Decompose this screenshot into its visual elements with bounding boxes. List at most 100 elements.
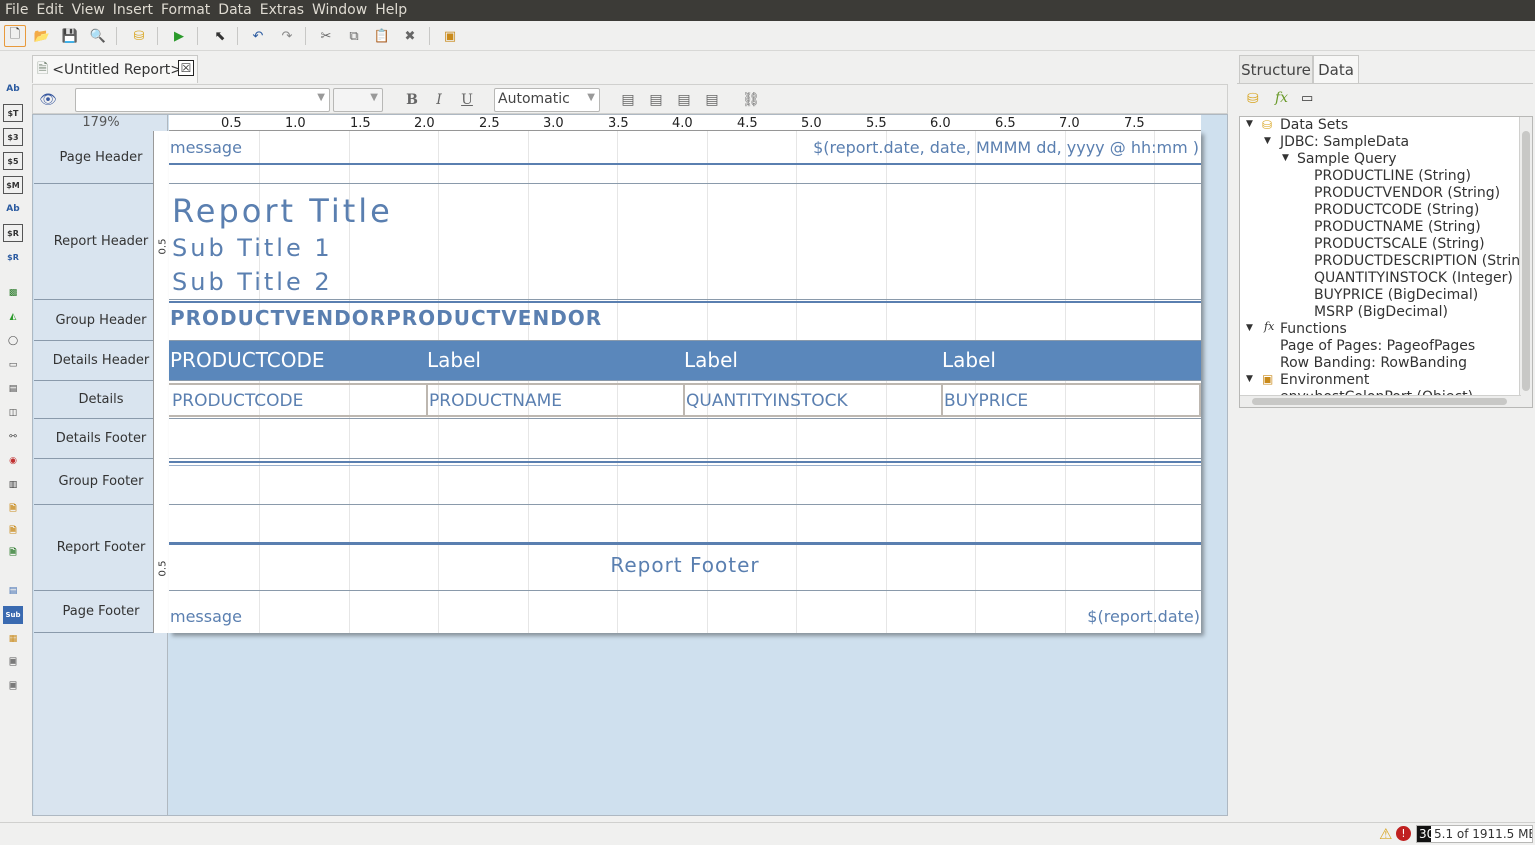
error-icon[interactable]: ! (1396, 826, 1411, 841)
image-field-tool[interactable]: ◭ (3, 308, 23, 326)
paste-button[interactable]: 📋 (371, 25, 393, 47)
simple-barcode-tool[interactable]: 🗎 (3, 522, 23, 540)
menu-edit[interactable]: Edit (32, 0, 67, 21)
band-tool[interactable]: ▤ (3, 582, 23, 600)
expand-icon[interactable]: ▼ (1264, 136, 1271, 146)
new-report-button[interactable]: 🗋 (4, 25, 26, 47)
report-title[interactable]: Report Title (172, 192, 393, 230)
image-tool[interactable]: ▩ (3, 284, 23, 302)
scrollbar-thumb[interactable] (1252, 398, 1507, 405)
close-tab-button[interactable]: ☒ (178, 60, 194, 76)
survey-scale-tool[interactable]: ⚯ (3, 428, 23, 446)
tree-data-sets[interactable]: Data Sets (1280, 117, 1348, 134)
tree-field[interactable]: MSRP (BigDecimal) (1314, 304, 1448, 321)
hyperlink-button[interactable]: ⛓ (742, 91, 760, 109)
delete-button[interactable]: ✖ (399, 25, 421, 47)
text-field-tool[interactable]: $T (3, 104, 23, 122)
menu-extras[interactable]: Extras (256, 0, 308, 21)
color-combo[interactable]: Automatic ▼ (494, 88, 600, 112)
memory-usage[interactable]: 30 5.1 of 1911.5 MB (1416, 825, 1533, 843)
page-footer-date[interactable]: $(report.date) (1087, 607, 1200, 626)
report-footer-label[interactable]: Report Footer (169, 553, 1201, 577)
expand-icon[interactable]: ▼ (1282, 153, 1289, 163)
band-label-details-footer[interactable]: Details Footer (34, 419, 168, 459)
menu-help[interactable]: Help (371, 0, 411, 21)
details-band[interactable]: PRODUCTCODE PRODUCTNAME QUANTITYINSTOCK … (169, 381, 1201, 419)
page-header-message[interactable]: message (170, 138, 242, 157)
page-header-date[interactable]: $(report.date, date, MMMM dd, yyyy @ hh:… (813, 138, 1199, 157)
tab-data[interactable]: Data (1313, 55, 1359, 83)
zoom-level[interactable]: 179% (34, 115, 168, 131)
menu-format[interactable]: Format (157, 0, 214, 21)
add-datasource-button[interactable]: ⛁ (128, 25, 150, 47)
tree-field[interactable]: PRODUCTDESCRIPTION (String) (1314, 253, 1532, 270)
publish-button[interactable]: ▣ (439, 25, 461, 47)
tab-structure[interactable]: Structure (1239, 55, 1313, 83)
tree-functions[interactable]: Functions (1280, 321, 1347, 338)
tree-function-item[interactable]: Page of Pages: PageofPages (1280, 338, 1475, 355)
align-right-button[interactable]: ▤ (675, 91, 693, 109)
resource-field-tool[interactable]: $R (3, 224, 23, 242)
italic-button[interactable]: I (430, 91, 448, 109)
resource-label-tool[interactable]: Ab (3, 200, 23, 218)
cut-button[interactable]: ✂ (315, 25, 337, 47)
tree-environment[interactable]: Environment (1280, 372, 1369, 389)
tree-field[interactable]: PRODUCTNAME (String) (1314, 219, 1481, 236)
band-label-report-header[interactable]: Report Header (34, 184, 168, 300)
scrollbar-thumb[interactable] (1522, 131, 1530, 391)
tree-field[interactable]: PRODUCTCODE (String) (1314, 202, 1479, 219)
band-label-group-header[interactable]: Group Header (34, 300, 168, 341)
tree-function-item[interactable]: Row Banding: RowBanding (1280, 355, 1467, 372)
band-label-page-footer[interactable]: Page Footer (34, 591, 168, 633)
tab-untitled-report[interactable]: 🗎 <Untitled Report> ☒ (32, 55, 198, 83)
details-header-label[interactable]: Label (684, 348, 738, 372)
group-header-band[interactable]: PRODUCTVENDORPRODUCTVENDOR (169, 300, 1201, 341)
index-tool[interactable]: 🗏 (3, 654, 23, 672)
table-of-contents-tool[interactable]: ▦ (3, 630, 23, 648)
expand-icon[interactable]: ▼ (1246, 323, 1253, 333)
report-header-band[interactable]: Report Title Sub Title 1 Sub Title 2 (169, 184, 1201, 300)
warning-icon[interactable]: ⚠ (1379, 825, 1392, 843)
align-center-button[interactable]: ▤ (647, 91, 665, 109)
group-header-field[interactable]: PRODUCTVENDORPRODUCTVENDOR (170, 306, 602, 330)
crosstab-tool[interactable]: 🗏 (3, 678, 23, 696)
date-field-tool[interactable]: $5 (3, 152, 23, 170)
tree-vertical-scrollbar[interactable] (1519, 117, 1532, 407)
tree-jdbc-sampledata[interactable]: JDBC: SampleData (1280, 134, 1409, 151)
details-header-label[interactable]: Label (427, 348, 481, 372)
details-quantityinstock[interactable]: QUANTITYINSTOCK (686, 391, 848, 411)
open-button[interactable]: 📂 (31, 25, 53, 47)
barcode-tool[interactable]: ▥ (3, 476, 23, 494)
bold-button[interactable]: B (403, 91, 421, 109)
expand-icon[interactable]: ▼ (1246, 119, 1253, 129)
band-label-group-footer[interactable]: Group Footer (34, 459, 168, 505)
report-subtitle-2[interactable]: Sub Title 2 (172, 268, 333, 296)
message-field-tool[interactable]: $M (3, 176, 23, 194)
tree-field[interactable]: PRODUCTLINE (String) (1314, 168, 1471, 185)
expand-icon[interactable]: ▼ (1246, 374, 1253, 384)
preview-button[interactable]: 🔍 (87, 25, 109, 47)
tree-horizontal-scrollbar[interactable] (1240, 395, 1521, 407)
copy-button[interactable]: ⧉ (343, 25, 365, 47)
font-size-combo[interactable]: ▼ (333, 88, 383, 112)
details-header-label[interactable]: Label (942, 348, 996, 372)
page-header-band[interactable]: message $(report.date, date, MMMM dd, yy… (169, 131, 1201, 184)
label-tool[interactable]: Ab (3, 80, 23, 98)
underline-button[interactable]: U (458, 91, 476, 109)
horizontal-line-tool[interactable]: ▤ (3, 380, 23, 398)
report-subtitle-1[interactable]: Sub Title 1 (172, 234, 333, 262)
page-footer-band[interactable]: message $(report.date) (169, 591, 1201, 633)
details-header-productcode[interactable]: PRODUCTCODE (170, 348, 325, 372)
menu-view[interactable]: View (68, 0, 109, 21)
redo-button[interactable]: ↷ (276, 25, 298, 47)
visibility-eye-icon[interactable]: 👁 (39, 91, 57, 109)
sparkline-tool[interactable]: 🗎 (3, 500, 23, 518)
details-buyprice[interactable]: BUYPRICE (944, 391, 1028, 411)
undo-button[interactable]: ↶ (247, 25, 269, 47)
report-footer-band[interactable]: Report Footer (169, 505, 1201, 591)
align-left-button[interactable]: ▤ (619, 91, 637, 109)
details-header-band[interactable]: PRODUCTCODE Label Label Label (169, 341, 1201, 381)
menu-insert[interactable]: Insert (109, 0, 157, 21)
ellipse-tool[interactable]: ◯ (3, 332, 23, 350)
add-parameter-icon[interactable]: ▭ (1301, 91, 1313, 106)
